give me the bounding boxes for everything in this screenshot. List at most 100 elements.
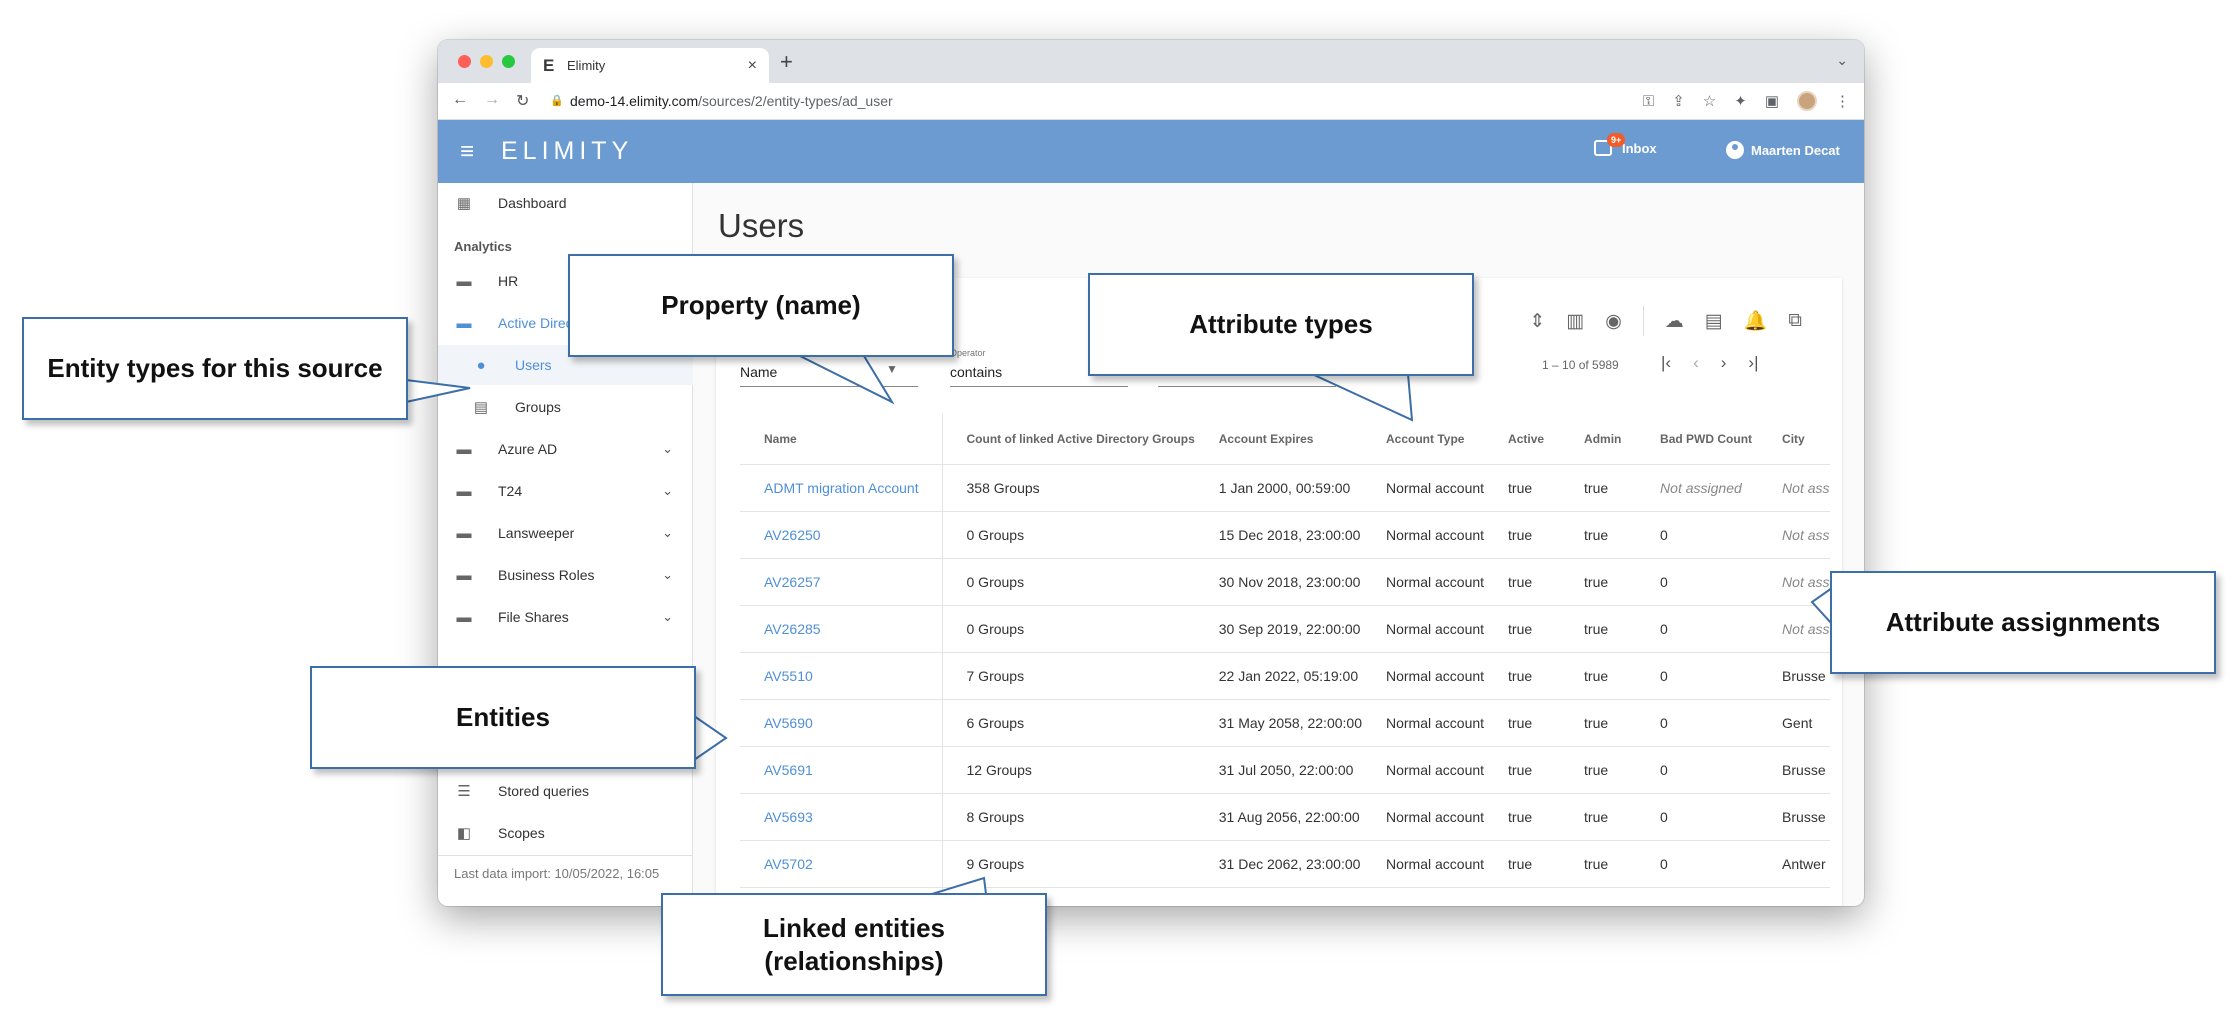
first-page-icon[interactable]: |‹: [1661, 353, 1671, 373]
entity-name-link[interactable]: AV26250: [740, 510, 943, 558]
table-cell: Normal account: [1362, 839, 1485, 887]
column-header[interactable]: Account Expires: [1195, 414, 1362, 464]
linked-groups-count[interactable]: 12 Groups: [942, 745, 1195, 793]
previous-page-icon[interactable]: ‹: [1693, 353, 1699, 373]
lock-icon[interactable]: 🔒: [550, 94, 564, 107]
column-header[interactable]: Name: [740, 414, 943, 464]
linked-groups-count[interactable]: 358 Groups: [942, 463, 1195, 511]
sidebar-item-t24[interactable]: ▬ T24 ⌄: [438, 471, 693, 511]
column-header[interactable]: Account Type: [1362, 414, 1484, 464]
value-input[interactable]: [1158, 386, 1336, 387]
profile-avatar[interactable]: [1797, 91, 1817, 111]
cloud-download-icon[interactable]: ☁: [1665, 310, 1684, 333]
sidebar-item-business-roles[interactable]: ▬ Business Roles ⌄: [438, 555, 693, 595]
chevron-down-icon[interactable]: ⌄: [662, 483, 673, 499]
chevron-down-icon[interactable]: ⌄: [662, 441, 673, 457]
sidebar-item-dashboard[interactable]: ▦ Dashboard: [438, 183, 693, 223]
linked-groups-count[interactable]: 8 Groups: [942, 792, 1195, 840]
entity-name-link[interactable]: AV5690: [740, 698, 943, 746]
column-header[interactable]: Bad PWD Count: [1636, 414, 1758, 464]
sort-icon[interactable]: ⇕: [1529, 310, 1545, 333]
table-row[interactable]: AV5690 6 Groups 31 May 2058, 22:00:00 Norma…: [740, 698, 1831, 746]
next-page-icon[interactable]: ›: [1721, 353, 1727, 373]
sidebar-item-file-shares[interactable]: ▬ File Shares ⌄: [438, 597, 693, 637]
linked-groups-count[interactable]: 9 Groups: [942, 839, 1195, 887]
side-panel-icon[interactable]: ▣: [1765, 92, 1779, 110]
last-import-text: Last data import: 10/05/2022, 16:05: [454, 866, 660, 881]
property-dropdown-icon[interactable]: ▼: [886, 362, 898, 376]
column-header[interactable]: Count of linked Active Directory Groups: [942, 414, 1195, 464]
browser-tab[interactable]: E Elimity ×: [531, 48, 769, 83]
linked-groups-count[interactable]: 6 Groups: [942, 698, 1195, 746]
linked-groups-count[interactable]: 7 Groups: [942, 651, 1195, 699]
extensions-puzzle-icon[interactable]: ✦: [1734, 92, 1747, 110]
sidebar-item-groups[interactable]: ▤ Groups: [438, 387, 693, 427]
inbox-badge: 9+: [1607, 133, 1626, 147]
columns-icon[interactable]: ▥: [1566, 310, 1584, 333]
entity-name-link[interactable]: AV5510: [740, 651, 943, 699]
chevron-down-icon[interactable]: ⌄: [662, 609, 673, 625]
table-cell: 0: [1636, 604, 1759, 652]
forward-arrow-icon[interactable]: →: [484, 91, 500, 109]
graph-icon[interactable]: ◉: [1605, 310, 1622, 333]
elimity-favicon-icon: E: [543, 55, 555, 75]
sidebar-item-scopes[interactable]: ◧ Scopes: [438, 813, 693, 853]
linked-groups-count[interactable]: 0 Groups: [942, 557, 1195, 605]
table-cell: Not ass: [1758, 557, 1831, 605]
table-cell: true: [1560, 604, 1637, 652]
table-cell: Normal account: [1362, 792, 1485, 840]
callout-property-name: Property (name): [568, 254, 954, 357]
table-row[interactable]: AV5510 7 Groups 22 Jan 2022, 05:19:00 Norma…: [740, 651, 1831, 699]
last-page-icon[interactable]: ›|: [1748, 353, 1758, 373]
entity-name-link[interactable]: AV26257: [740, 557, 943, 605]
table-row[interactable]: AV26250 0 Groups 15 Dec 2018, 23:00:00 Norm…: [740, 510, 1831, 558]
back-arrow-icon[interactable]: ←: [452, 91, 468, 109]
table-cell: Normal account: [1362, 651, 1485, 699]
add-alert-icon[interactable]: 🔔: [1744, 309, 1768, 333]
browser-menu-icon[interactable]: ⋮: [1835, 92, 1850, 110]
column-header[interactable]: Admin: [1560, 414, 1636, 464]
tab-close-icon[interactable]: ×: [748, 57, 757, 75]
linked-groups-count[interactable]: 0 Groups: [942, 604, 1195, 652]
open-external-icon[interactable]: ⧉: [1788, 310, 1802, 332]
entity-name-link[interactable]: AV5702: [740, 839, 943, 887]
minimize-window-button[interactable]: [480, 55, 493, 68]
operator-select[interactable]: contains: [950, 364, 1002, 380]
chevron-down-icon[interactable]: ⌄: [662, 525, 673, 541]
reload-icon[interactable]: ↻: [516, 91, 529, 111]
hamburger-menu-icon[interactable]: ≡: [460, 138, 474, 166]
entity-name-link[interactable]: AV26285: [740, 604, 943, 652]
tab-search-chevron-icon[interactable]: ⌄: [1836, 52, 1848, 69]
sidebar-item-azure-ad[interactable]: ▬ Azure AD ⌄: [438, 429, 693, 469]
key-icon[interactable]: ⚿: [1643, 93, 1654, 110]
column-header[interactable]: City: [1758, 414, 1830, 464]
table-row[interactable]: AV5702 9 Groups 31 Dec 2062, 23:00:00 Norma…: [740, 839, 1831, 887]
new-tab-button[interactable]: +: [780, 49, 793, 75]
user-menu-button[interactable]: Maarten Decat: [1726, 141, 1840, 159]
column-header[interactable]: Active: [1484, 414, 1560, 464]
entity-name-link[interactable]: AV5691: [740, 745, 943, 793]
chevron-down-icon[interactable]: ⌄: [662, 567, 673, 583]
entity-name-link[interactable]: AV5693: [740, 792, 943, 840]
table-row[interactable]: AV5693 8 Groups 31 Aug 2056, 22:00:00 Norma…: [740, 792, 1831, 840]
inbox-button[interactable]: 9+ Inbox: [1594, 133, 1657, 156]
table-cell: Normal account: [1362, 557, 1485, 605]
table-cell: true: [1560, 698, 1637, 746]
url-field[interactable]: demo-14.elimity.com/sources/2/entity-typ…: [570, 93, 893, 109]
entity-name-link[interactable]: ADMT migration Account: [740, 463, 943, 511]
sidebar-item-stored-queries[interactable]: ☰ Stored queries: [438, 771, 693, 811]
close-window-button[interactable]: [458, 55, 471, 68]
table-row[interactable]: AV26257 0 Groups 30 Nov 2018, 23:00:00 Norm…: [740, 557, 1831, 605]
table-cell: Normal account: [1362, 886, 1485, 906]
table-row[interactable]: ADMT migration Account 358 Groups 1 Jan 20…: [740, 463, 1831, 511]
table-row[interactable]: AV5691 12 Groups 31 Jul 2050, 22:00:00 Norm…: [740, 745, 1831, 793]
maximize-window-button[interactable]: [502, 55, 515, 68]
table-row[interactable]: AV26285 0 Groups 30 Sep 2019, 22:00:00 Norm…: [740, 604, 1831, 652]
property-select[interactable]: Name: [740, 364, 777, 380]
linked-groups-count[interactable]: 0 Groups: [942, 510, 1195, 558]
sidebar-item-lansweeper[interactable]: ▬ Lansweeper ⌄: [438, 513, 693, 553]
share-icon[interactable]: ⇪: [1672, 92, 1685, 110]
add-report-icon[interactable]: ▤: [1705, 310, 1723, 333]
folder-icon: ▬: [456, 482, 472, 500]
bookmark-star-icon[interactable]: ☆: [1703, 92, 1716, 110]
